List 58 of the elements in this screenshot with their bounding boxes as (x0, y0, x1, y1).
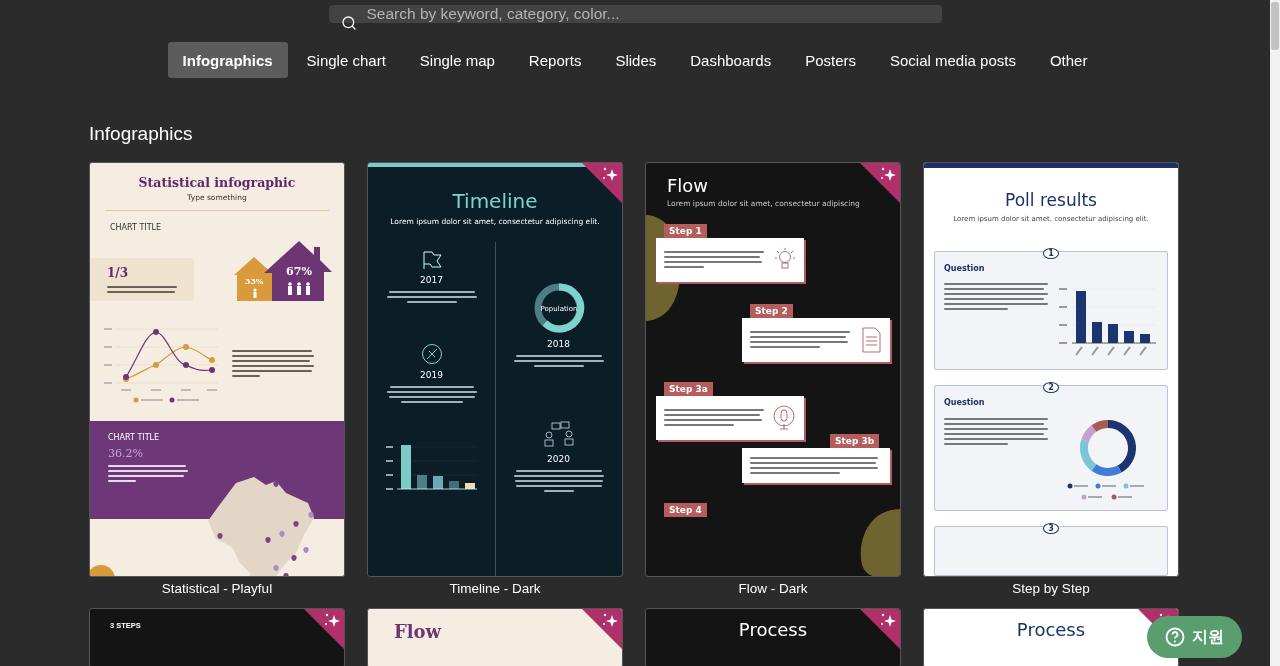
template-name: Step by Step (1012, 581, 1090, 596)
chart-title: CHART TITLE (110, 223, 163, 233)
category-tab[interactable]: Reports (513, 42, 597, 78)
decorative-shape (90, 565, 115, 576)
help-icon (1165, 627, 1185, 647)
microphone-icon (772, 404, 796, 431)
timeline-year: 2019 (420, 369, 443, 381)
step-label: Step 3a (664, 381, 713, 396)
category-tab[interactable]: Social media posts (875, 42, 1031, 78)
category-tab[interactable]: Other (1034, 42, 1103, 78)
infographic-title: Flow (667, 175, 710, 197)
template-card[interactable]: Process (645, 608, 901, 666)
premium-badge (582, 163, 622, 203)
category-tab[interactable]: Single map (404, 42, 510, 78)
decorative-blob (860, 509, 900, 576)
premium-badge (304, 609, 344, 649)
premium-badge (860, 163, 900, 203)
step-label: Step 2 (750, 303, 793, 318)
timeline-year: 2020 (547, 453, 570, 465)
section-title: Infographics (89, 123, 194, 145)
stat-value: 36.2% (108, 447, 144, 461)
search-field[interactable]: Search by keyword, category, color... (328, 5, 942, 23)
template-name: Flow - Dark (738, 581, 808, 596)
category-tab[interactable]: Dashboards (675, 42, 787, 78)
chart-title: CHART TITLE (108, 432, 161, 443)
search-icon (340, 15, 357, 31)
step-label: Step 3b (830, 433, 880, 448)
timeline-year: 2017 (420, 275, 443, 286)
step-label: Step 4 (664, 502, 707, 517)
infographic-title: Flow (394, 621, 442, 643)
percent-label: 33% (244, 275, 264, 286)
infographic-title: Process (1016, 619, 1086, 641)
template-name: Timeline - Dark (449, 581, 541, 596)
question-title: Question (944, 398, 986, 408)
template-name: Statistical - Playful (161, 581, 273, 596)
premium-badge (582, 609, 622, 649)
percent-label: 67% (286, 264, 312, 278)
flag-icon (420, 250, 443, 270)
step-label: Step 1 (664, 223, 707, 238)
premium-badge (860, 609, 900, 649)
timeline-year: 2018 (547, 339, 570, 350)
donut-chart (534, 283, 584, 333)
compass-icon (420, 342, 443, 365)
category-tab[interactable]: Single chart (291, 42, 401, 78)
people-icon (542, 420, 575, 449)
infographic-title: Timeline (451, 189, 539, 213)
template-card[interactable]: Process (923, 608, 1179, 666)
category-tab[interactable]: Slides (600, 42, 672, 78)
stat-value: 1/3 (107, 266, 130, 281)
infographic-title: Poll results (1005, 190, 1097, 211)
document-icon (860, 326, 882, 353)
category-tab[interactable]: Infographics (167, 42, 288, 78)
scrollbar[interactable] (1270, 0, 1280, 666)
infographic-title: Statistical infographic (137, 175, 297, 190)
category-tab[interactable]: Posters (790, 42, 871, 78)
infographic-title: Process (738, 619, 808, 641)
template-card[interactable]: Flow (367, 608, 623, 666)
question-title: Question (944, 263, 986, 274)
